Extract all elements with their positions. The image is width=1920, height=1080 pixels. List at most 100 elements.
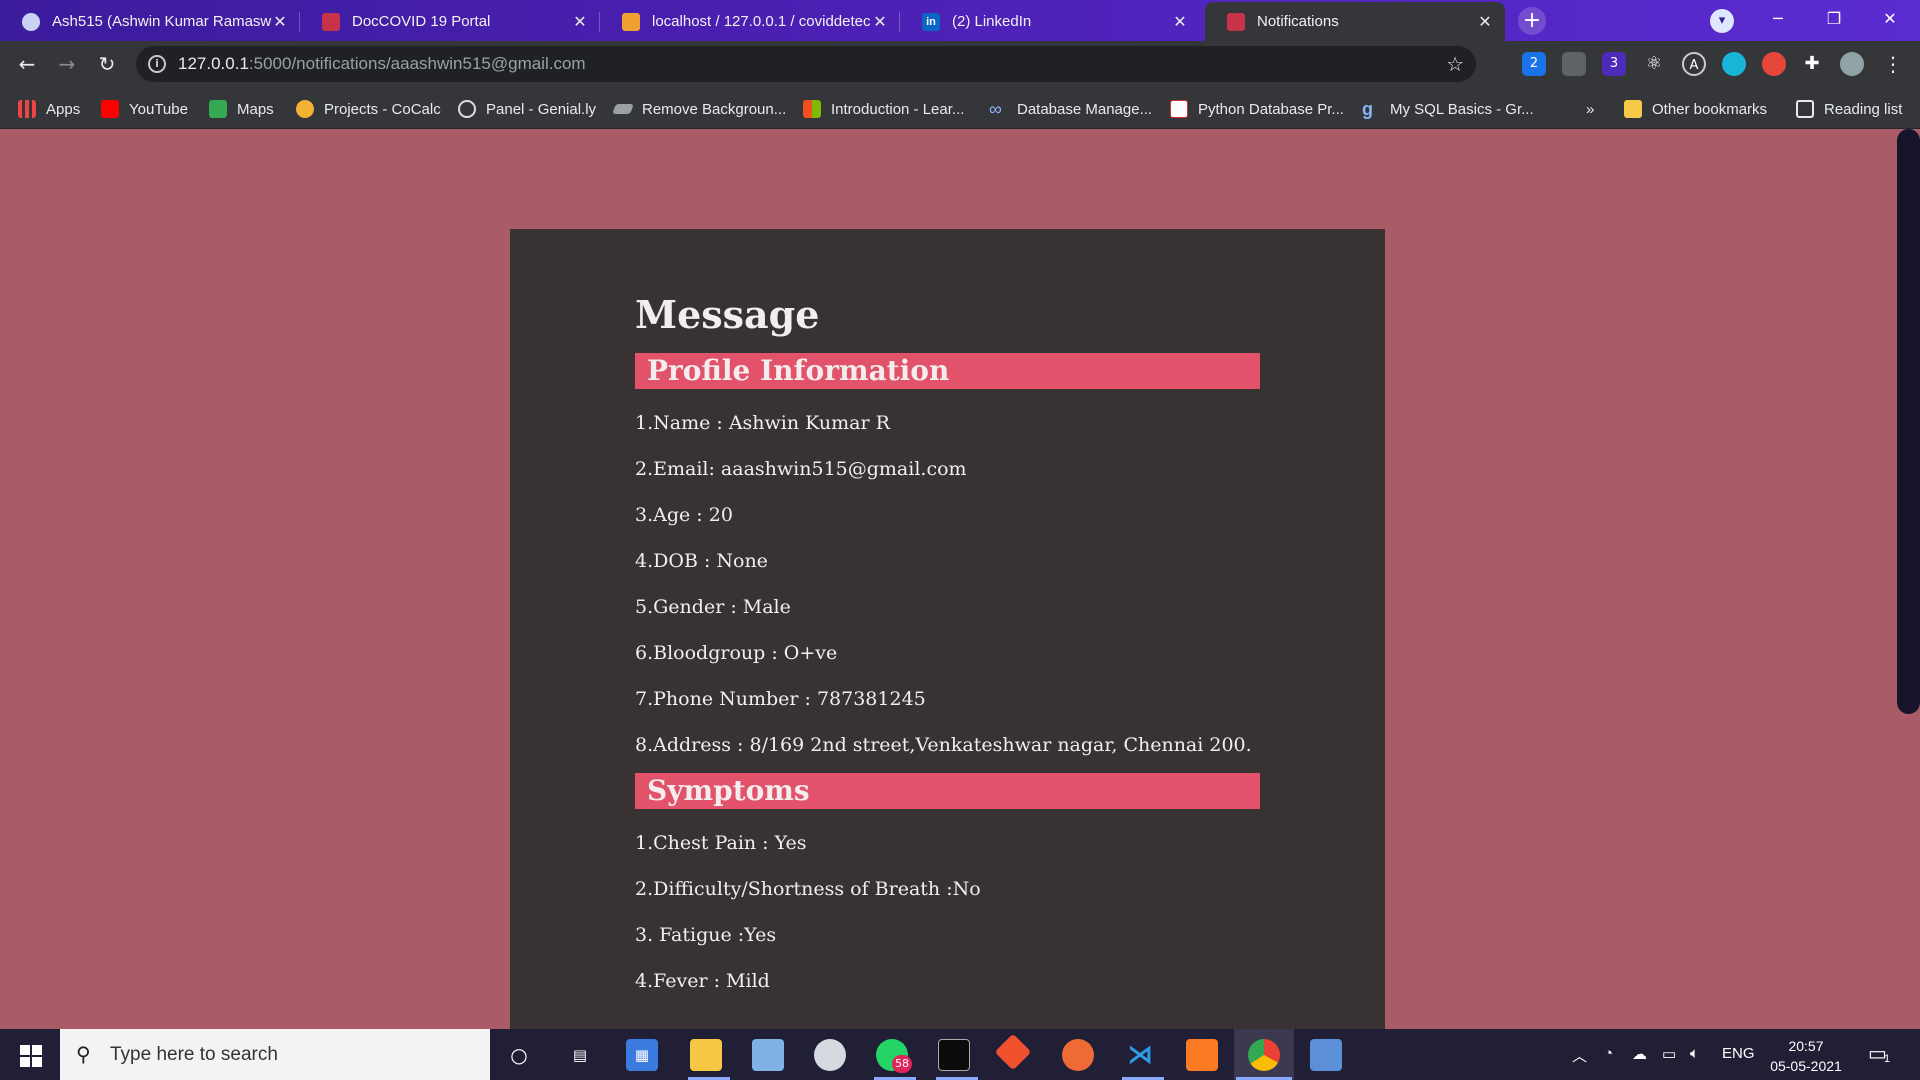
message-card: Message Profile Information 1.Name : Ash… — [510, 229, 1385, 1029]
tab-doccovid[interactable]: DocCOVID 19 Portal ✕ — [300, 2, 600, 41]
page-scrollbar-thumb[interactable] — [1897, 129, 1920, 714]
genially-icon — [458, 100, 476, 118]
tab-notifications[interactable]: Notifications ✕ — [1205, 2, 1505, 41]
notepad-icon[interactable] — [752, 1039, 784, 1071]
bookmark-microsoft-learn[interactable]: Introduction - Lear... — [803, 98, 964, 120]
bookmark-star-icon[interactable]: ☆ — [1446, 52, 1464, 76]
kebab-menu-icon[interactable]: ⋮ — [1878, 49, 1908, 79]
profile-line-email: 2.Email: aaashwin515@gmail.com — [635, 458, 967, 480]
phpmyadmin-icon — [622, 12, 640, 31]
page-title: Message — [635, 292, 820, 337]
extension-3-icon[interactable]: 3 — [1602, 52, 1626, 76]
symptom-line-fatigue: 3. Fatigue :Yes — [635, 924, 777, 946]
back-button[interactable]: ← — [12, 49, 42, 79]
chrome-icon[interactable] — [1248, 1039, 1280, 1071]
git-icon[interactable] — [994, 1033, 1032, 1071]
cortana-icon[interactable]: ○ — [503, 1039, 535, 1071]
bookmark-removebg[interactable]: Remove Backgroun... — [612, 98, 787, 120]
profile-avatar[interactable] — [1840, 52, 1864, 76]
bookmark-label: Maps — [237, 100, 274, 118]
vscode-icon[interactable]: ⋊ — [1124, 1039, 1156, 1071]
task-view-icon[interactable]: ▤ — [564, 1039, 596, 1071]
bookmark-youtube[interactable]: YouTube — [101, 98, 188, 120]
terminal-icon[interactable] — [938, 1039, 970, 1071]
tab-github[interactable]: Ash515 (Ashwin Kumar Ramaswa ✕ — [0, 2, 300, 41]
bookmark-maps[interactable]: Maps — [209, 98, 274, 120]
notification-count: 1 — [1884, 1053, 1891, 1065]
bookmark-label: Panel - Genial.ly — [486, 100, 597, 118]
file-explorer-icon[interactable] — [690, 1039, 722, 1071]
close-icon[interactable]: ✕ — [1172, 12, 1188, 32]
extension-6-icon[interactable] — [1762, 52, 1786, 76]
bookmark-label: My SQL Basics - Gr... — [1390, 100, 1534, 118]
bookmark-apps[interactable]: Apps — [18, 98, 80, 120]
tab-search-icon[interactable]: ▾ — [1710, 9, 1734, 33]
battery-icon[interactable]: ▭ — [1662, 1045, 1676, 1063]
system-clock[interactable]: 20:57 05-05-2021 — [1758, 1036, 1854, 1076]
taskbar-search-box[interactable]: ⚲ Type here to search — [60, 1029, 490, 1080]
extension-2-icon[interactable] — [1562, 52, 1586, 76]
puzzle-extensions-icon[interactable]: ✚ — [1800, 52, 1824, 76]
xampp-icon[interactable] — [1186, 1039, 1218, 1071]
extension-1-icon[interactable]: 2 — [1522, 52, 1546, 76]
symptoms-section-header: Symptoms — [635, 773, 1260, 809]
clock-time: 20:57 — [1788, 1038, 1824, 1054]
tab-phpmyadmin[interactable]: localhost / 127.0.0.1 / coviddetec ✕ — [600, 2, 900, 41]
tab-title: Ash515 (Ashwin Kumar Ramaswa — [52, 13, 272, 30]
extension-5-icon[interactable] — [1722, 52, 1746, 76]
react-devtools-icon[interactable]: ⚛ — [1642, 52, 1666, 76]
extension-a-icon[interactable]: A — [1682, 52, 1706, 76]
close-icon[interactable]: ✕ — [872, 12, 888, 32]
bookmark-mysql-basics[interactable]: g My SQL Basics - Gr... — [1362, 98, 1534, 120]
postman-icon[interactable] — [1062, 1039, 1094, 1071]
close-icon[interactable]: ✕ — [1477, 12, 1493, 32]
profile-line-phone: 7.Phone Number : 787381245 — [635, 688, 926, 710]
windows-taskbar: ⚲ Type here to search ○ ▤ ▦ 58 ⋊ ︿ ◔ ☁ ▭… — [0, 1029, 1920, 1080]
tab-title: localhost / 127.0.0.1 / coviddetec — [652, 13, 871, 30]
covid-icon — [322, 12, 340, 31]
start-button[interactable] — [0, 1029, 60, 1080]
covid-icon — [1227, 12, 1245, 31]
bookmarks-overflow-chevron[interactable]: » — [1586, 98, 1594, 120]
symptom-line-breath: 2.Difficulty/Shortness of Breath :No — [635, 878, 981, 900]
reading-list-icon — [1796, 100, 1814, 118]
address-bar[interactable]: i 127.0.0.1:5000/notifications/aaashwin5… — [136, 46, 1476, 82]
window-close-button[interactable]: ✕ — [1862, 0, 1918, 40]
remote-desktop-icon[interactable] — [1310, 1039, 1342, 1071]
reading-list-button[interactable]: Reading list — [1796, 98, 1902, 120]
reload-button[interactable]: ↻ — [92, 49, 122, 79]
bookmark-label: Remove Backgroun... — [642, 100, 787, 118]
site-info-icon[interactable]: i — [148, 55, 166, 73]
wifi-icon[interactable]: ◔ — [1604, 1045, 1613, 1062]
bookmark-database-manage[interactable]: ∞ Database Manage... — [989, 98, 1152, 120]
language-indicator[interactable]: ENG — [1722, 1045, 1755, 1062]
minimize-button[interactable]: ─ — [1750, 0, 1806, 40]
clock-date: 05-05-2021 — [1770, 1058, 1842, 1074]
profile-line-dob: 4.DOB : None — [635, 550, 768, 572]
bookmark-label: Python Database Pr... — [1198, 100, 1344, 118]
maps-icon — [209, 100, 227, 118]
restore-button[interactable]: ❐ — [1806, 0, 1862, 40]
bookmark-label: Projects - CoCalc — [324, 100, 441, 118]
bookmark-cocalc[interactable]: Projects - CoCalc — [296, 98, 441, 120]
paint-icon[interactable] — [814, 1039, 846, 1071]
bookmark-other-bookmarks[interactable]: Other bookmarks — [1624, 98, 1767, 120]
tab-title: DocCOVID 19 Portal — [352, 13, 491, 30]
onedrive-icon[interactable]: ☁ — [1632, 1045, 1647, 1063]
yn-icon — [1170, 100, 1188, 118]
store-icon[interactable]: ▦ — [626, 1039, 658, 1071]
new-tab-button[interactable]: + — [1518, 7, 1546, 35]
profile-line-address: 8.Address : 8/169 2nd street,Venkateshwa… — [635, 734, 1252, 756]
close-icon[interactable]: ✕ — [272, 12, 288, 32]
close-icon[interactable]: ✕ — [572, 12, 588, 32]
tab-linkedin[interactable]: in (2) LinkedIn ✕ — [900, 2, 1200, 41]
bookmark-genially[interactable]: Panel - Genial.ly — [458, 98, 596, 120]
forward-button[interactable]: → — [52, 49, 82, 79]
symptom-line-fever: 4.Fever : Mild — [635, 970, 770, 992]
bookmark-python-database[interactable]: Python Database Pr... — [1170, 98, 1344, 120]
url-text: 127.0.0.1:5000/notifications/aaashwin515… — [178, 54, 586, 74]
volume-icon[interactable]: 🔈︎ — [1690, 1045, 1699, 1062]
cocalc-icon — [296, 100, 314, 118]
show-hidden-icons-chevron[interactable]: ︿ — [1572, 1045, 1587, 1066]
linkedin-icon: in — [922, 12, 940, 31]
